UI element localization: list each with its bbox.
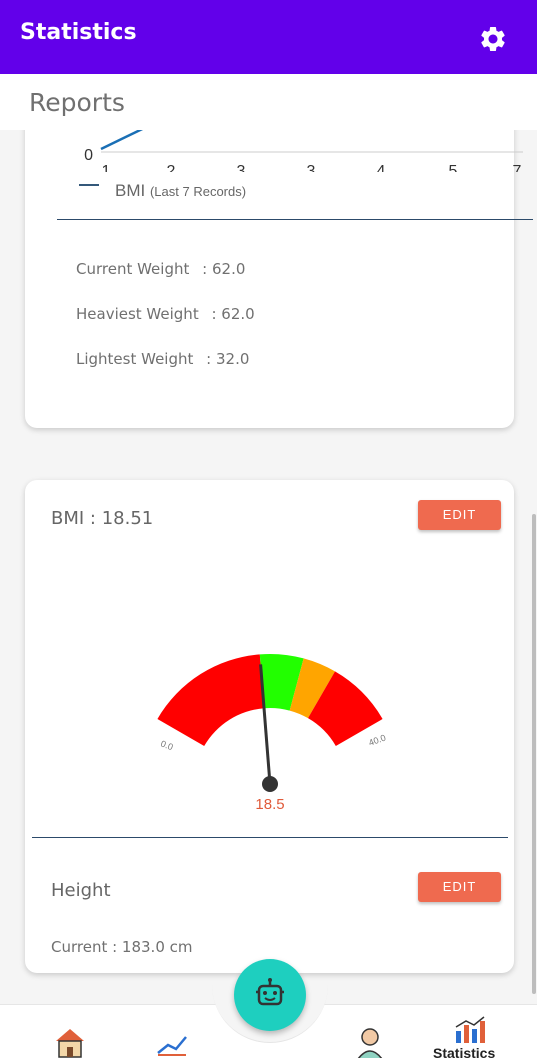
heaviest-weight-label: Heaviest Weight [76, 305, 199, 323]
edit-height-button[interactable]: EDIT [418, 872, 501, 902]
legend-subtitle: (Last 7 Records) [149, 184, 247, 199]
lightest-weight-value: : 32.0 [206, 350, 250, 368]
lightest-weight-row: Lightest Weight : 32.0 [76, 350, 249, 368]
legend-series-name: BMI [115, 181, 146, 200]
lightest-weight-label: Lightest Weight [76, 350, 194, 368]
current-weight-label: Current Weight [76, 260, 190, 278]
heaviest-weight-row: Heaviest Weight : 62.0 [76, 305, 255, 323]
divider [57, 219, 533, 220]
heaviest-weight-value: : 62.0 [211, 305, 255, 323]
legend-label: BMI (Last 7 Records) [115, 181, 246, 201]
gauge-band-0 [157, 654, 265, 746]
x-tick-label: 7 [513, 163, 522, 172]
gauge-max-label: 40.0 [367, 732, 387, 747]
profile-icon [357, 1028, 383, 1058]
reports-header: Reports [0, 74, 537, 130]
current-weight-row: Current Weight : 62.0 [76, 260, 245, 278]
x-tick-label: 2 [167, 163, 176, 172]
nav-home[interactable] [48, 1005, 92, 1058]
robot-icon [256, 978, 284, 1006]
gear-icon[interactable] [478, 24, 508, 54]
divider [32, 837, 508, 838]
assistant-fab[interactable] [234, 959, 306, 1031]
reports-title: Reports [29, 88, 125, 117]
x-tick-label: 5 [449, 163, 458, 172]
current-height: Current : 183.0 cm [51, 938, 193, 956]
gauge-value: 18.5 [255, 796, 285, 813]
edit-bmi-button[interactable]: EDIT [418, 500, 501, 530]
x-tick-label: 1 [102, 163, 111, 172]
x-tick-label: 3 [237, 163, 246, 172]
legend-swatch [79, 184, 99, 186]
nav-profile[interactable] [350, 1005, 394, 1058]
scrollbar[interactable] [532, 514, 536, 994]
nav-progress[interactable] [150, 1005, 194, 1058]
y-tick-label: 0 [84, 147, 93, 164]
nav-statistics-label: Statistics [433, 1045, 496, 1058]
app-title: Statistics [20, 20, 137, 45]
scroll-content[interactable]: Reports 0 1 2 3 3 4 5 7 BMI (Last 7 Reco… [0, 74, 537, 1004]
gauge-min-label: 0.0 [159, 738, 174, 752]
current-weight-value: : 62.0 [202, 260, 246, 278]
statistics-icon [455, 1016, 485, 1043]
home-icon [56, 1029, 84, 1058]
app-bar: Statistics [0, 0, 537, 74]
bmi-gauge: 0.0 40.0 [157, 654, 387, 792]
x-tick-label: 4 [377, 163, 386, 172]
gauge-hub [262, 776, 278, 792]
progress-icon [157, 1036, 187, 1056]
x-tick-label: 3 [307, 163, 316, 172]
bmi-label: BMI : 18.51 [51, 508, 154, 529]
height-label: Height [51, 880, 111, 901]
